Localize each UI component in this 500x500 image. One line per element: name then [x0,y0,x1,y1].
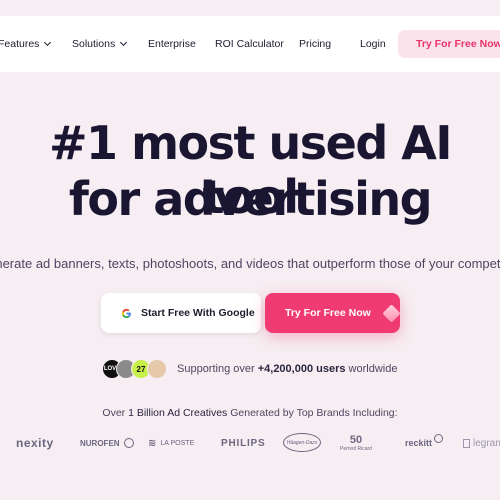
brand-logo-la-poste: ≋ LA POSTE [148,432,194,454]
login-link[interactable]: Login [360,16,386,72]
top-navigation-bar: Features Solutions Enterprise ROI Calcul… [0,16,500,72]
users-count-prefix: Supporting over [177,363,258,375]
chevron-down-icon [120,38,128,47]
avatar-label: 27 [136,364,146,374]
brand-logo-pernod-ricard: 50 Pernod Ricard [340,430,372,456]
la-poste-bird-icon: ≋ [148,437,157,449]
nav-item-pricing[interactable]: Pricing [299,16,331,72]
try-free-nav-label: Try For Free Now [416,38,500,50]
brand-logo-text: legrand [473,437,500,449]
google-button-label: Start Free With Google [141,307,255,319]
try-free-hero-button[interactable]: Try For Free Now [265,293,401,333]
hero-subtitle: Generate ad banners, texts, photoshoots,… [0,256,500,271]
brand-logo-nexity: nexity [16,432,54,454]
reckitt-swirl-icon [434,433,444,443]
try-free-nav-button[interactable]: Try For Free Now [398,30,500,58]
nav-item-label: Features [0,38,40,50]
start-free-google-button[interactable]: Start Free With Google [101,293,261,333]
brand-logo-text: LA POSTE [160,439,195,447]
legrand-mark-icon [463,438,470,448]
nurofen-target-icon [123,438,134,448]
brand-logo-text: PHILIPS [221,437,266,449]
brand-logo-haagen-dazs: Häagen-Dazs [283,433,321,452]
try-free-hero-label: Try For Free Now [285,307,371,319]
brand-logo-text: Häagen-Dazs [286,439,318,446]
brand-logo-philips: PHILIPS [221,432,266,454]
brands-heading-highlight: 1 Billion Ad Creatives [128,407,228,419]
nav-item-label: Pricing [299,38,332,50]
brands-heading-suffix: Generated by Top Brands Including: [227,407,398,419]
nav-item-features[interactable]: Features [0,16,52,72]
nav-item-label: Enterprise [148,38,196,50]
chevron-down-icon [44,38,52,47]
brand-logo-text: reckitt [405,438,433,448]
hero-headline-line2: for advertising [68,172,433,226]
brands-heading: Over 1 Billion Ad Creatives Generated by… [0,407,500,419]
nav-item-enterprise[interactable]: Enterprise [148,16,196,72]
nav-item-label: ROI Calculator [215,38,284,50]
brands-heading-prefix: Over [102,407,129,419]
avatar [147,359,167,379]
brand-logo-text: nexity [16,436,54,450]
nav-item-solutions[interactable]: Solutions [72,16,128,72]
google-icon [121,308,131,318]
brand-logo-text: NUROFEN [80,438,120,448]
users-count-value: +4,200,000 users [257,363,346,375]
brand-logo-nurofen: NUROFEN [80,432,134,454]
pernod-number: 50 [349,433,363,446]
users-count-suffix: worldwide [345,363,398,375]
brand-logo-text: Pernod Ricard [340,445,372,452]
users-count-text: Supporting over +4,200,000 users worldwi… [177,363,397,375]
nav-item-label: Solutions [72,38,116,50]
cube-icon [382,303,401,323]
login-label: Login [360,38,386,50]
nav-item-roi-calculator[interactable]: ROI Calculator [215,16,284,72]
brand-logo-reckitt: reckitt [405,432,444,454]
brand-logo-legrand: legrand [463,432,500,454]
